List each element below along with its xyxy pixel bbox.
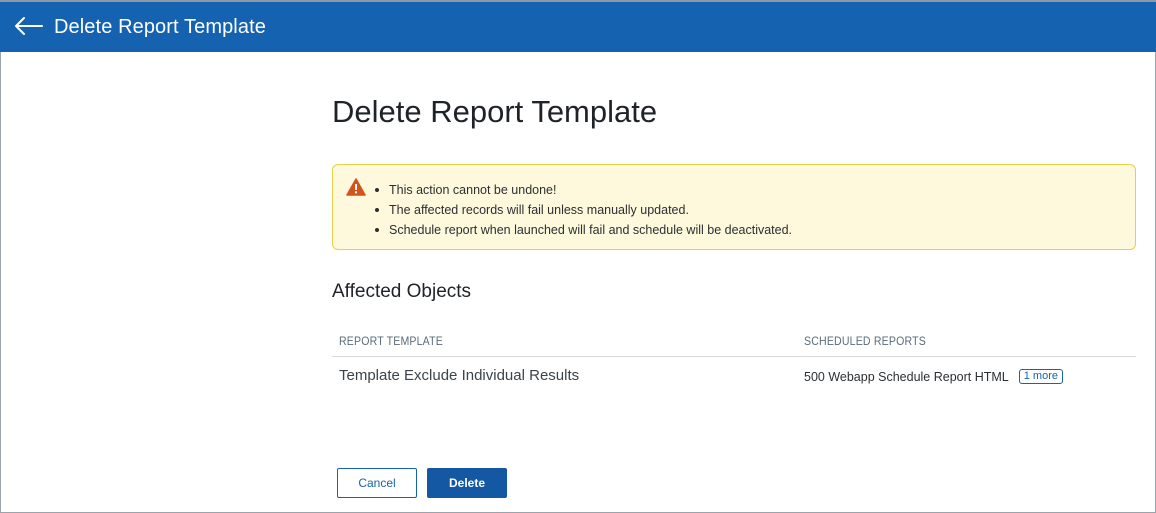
scheduled-report-name: 500 Webapp Schedule Report HTML [804, 369, 1009, 384]
delete-button[interactable]: Delete [427, 468, 507, 498]
table-header: REPORT TEMPLATE SCHEDULED REPORTS [332, 326, 1136, 357]
arrow-left-icon [15, 17, 43, 35]
warning-list: This action cannot be undone! The affect… [373, 180, 792, 240]
warning-item: The affected records will fail unless ma… [373, 200, 792, 220]
warning-item: Schedule report when launched will fail … [373, 220, 792, 240]
page-title: Delete Report Template [332, 94, 658, 129]
header-title: Delete Report Template [54, 16, 266, 38]
header-bar: Delete Report Template [0, 0, 1156, 52]
back-button[interactable] [12, 12, 44, 40]
window-frame [0, 0, 1156, 513]
table-row: Template Exclude Individual Results 500 … [332, 357, 1136, 397]
cancel-button[interactable]: Cancel [337, 468, 417, 498]
column-header-scheduled-reports: SCHEDULED REPORTS [804, 334, 926, 348]
scheduled-report-cell: 500 Webapp Schedule Report HTML 1 more [804, 369, 1063, 384]
report-template-name: Template Exclude Individual Results [339, 367, 580, 384]
affected-objects-table: REPORT TEMPLATE SCHEDULED REPORTS Templa… [332, 326, 1136, 397]
affected-objects-title: Affected Objects [332, 281, 472, 302]
warning-banner: This action cannot be undone! The affect… [332, 164, 1136, 250]
more-scheduled-reports-button[interactable]: 1 more [1018, 369, 1063, 384]
warning-triangle-icon [346, 178, 366, 196]
warning-item: This action cannot be undone! [373, 180, 792, 200]
column-header-report-template: REPORT TEMPLATE [339, 334, 443, 348]
